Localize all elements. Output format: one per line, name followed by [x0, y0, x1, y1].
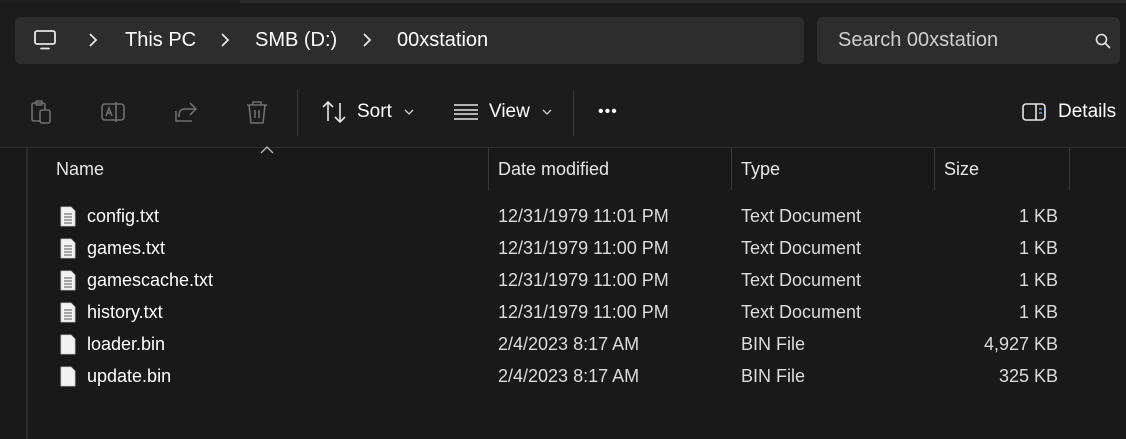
command-bar: Sort View ••• Details [0, 77, 1126, 148]
file-name: gamescache.txt [87, 270, 214, 290]
file-date: 2/4/2023 8:17 AM [498, 334, 640, 354]
view-button[interactable]: View [453, 77, 562, 147]
sort-button[interactable]: Sort [321, 77, 424, 147]
column-header-row: Name Date modified Type Size [0, 146, 1126, 190]
file-date: 2/4/2023 8:17 AM [498, 366, 640, 386]
file-row[interactable]: config.txt 12/31/1979 11:01 PM Text Docu… [0, 200, 1126, 232]
file-row[interactable]: games.txt 12/31/1979 11:00 PM Text Docum… [0, 232, 1126, 264]
file-type: Text Document [741, 270, 862, 290]
delete-icon[interactable] [244, 99, 270, 125]
file-list: Name Date modified Type Size config.txt … [0, 146, 1126, 439]
file-name: config.txt [87, 206, 160, 226]
text-file-icon [60, 238, 76, 259]
text-file-icon [60, 206, 76, 227]
file-size: 4,927 KB [983, 334, 1058, 354]
computer-icon[interactable] [34, 30, 56, 50]
column-header-type[interactable]: Type [741, 148, 780, 190]
sort-label: Sort [357, 101, 392, 122]
blank-file-icon [60, 334, 76, 355]
column-divider[interactable] [731, 148, 732, 190]
file-type: BIN File [741, 366, 806, 386]
paste-icon[interactable] [29, 99, 55, 125]
chevron-right-icon[interactable] [88, 32, 98, 48]
file-date: 12/31/1979 11:01 PM [498, 206, 669, 226]
search-placeholder: Search 00xstation [838, 29, 999, 51]
file-type: Text Document [741, 238, 862, 258]
chevron-right-icon[interactable] [220, 32, 230, 48]
file-size: 325 KB [998, 366, 1058, 386]
column-divider[interactable] [1069, 148, 1070, 190]
column-header-size[interactable]: Size [944, 148, 979, 190]
file-row[interactable]: history.txt 12/31/1979 11:00 PM Text Doc… [0, 296, 1126, 328]
text-file-icon [60, 270, 76, 291]
details-label: Details [1058, 101, 1117, 122]
blank-file-icon [60, 366, 76, 387]
chevron-down-icon [542, 109, 552, 115]
file-type: Text Document [741, 206, 862, 226]
file-name: history.txt [87, 302, 163, 322]
rename-icon[interactable] [100, 99, 126, 125]
file-type: Text Document [741, 302, 862, 322]
breadcrumb-current-folder[interactable]: 00xstation [397, 17, 488, 64]
view-label: View [489, 101, 530, 122]
toolbar-divider [297, 90, 298, 136]
share-icon[interactable] [172, 99, 198, 125]
file-size: 1 KB [1018, 302, 1058, 322]
file-size: 1 KB [1018, 270, 1058, 290]
breadcrumb-smb-drive[interactable]: SMB (D:) [255, 17, 337, 64]
address-row: This PC SMB (D:) 00xstation Search 00xst… [0, 3, 1126, 77]
details-pane-icon [1022, 103, 1046, 121]
file-row[interactable]: update.bin 2/4/2023 8:17 AM BIN File 325… [0, 360, 1126, 392]
chevron-right-icon[interactable] [362, 32, 372, 48]
file-name: games.txt [87, 238, 166, 258]
column-divider[interactable] [934, 148, 935, 190]
details-button[interactable]: Details [1022, 77, 1116, 147]
file-date: 12/31/1979 11:00 PM [498, 270, 669, 290]
toolbar-divider [573, 90, 574, 136]
search-icon[interactable] [1095, 33, 1111, 49]
file-date: 12/31/1979 11:00 PM [498, 238, 669, 258]
address-bar[interactable]: This PC SMB (D:) 00xstation [15, 17, 804, 64]
column-divider[interactable] [488, 148, 489, 190]
file-name: update.bin [87, 366, 172, 386]
sort-ascending-icon [260, 146, 274, 154]
file-row[interactable]: loader.bin 2/4/2023 8:17 AM BIN File 4,9… [0, 328, 1126, 360]
more-options-button[interactable]: ••• [598, 77, 618, 147]
more-options-icon: ••• [598, 103, 618, 120]
file-type: BIN File [741, 334, 806, 354]
text-file-icon [60, 302, 76, 323]
sort-icon [322, 100, 346, 124]
breadcrumb-this-pc[interactable]: This PC [125, 17, 196, 64]
chevron-down-icon [404, 109, 414, 115]
column-header-name[interactable]: Name [56, 148, 104, 190]
file-size: 1 KB [1018, 206, 1058, 226]
column-header-date[interactable]: Date modified [498, 148, 609, 190]
view-icon [454, 104, 478, 120]
file-name: loader.bin [87, 334, 166, 354]
file-size: 1 KB [1018, 238, 1058, 258]
file-date: 12/31/1979 11:00 PM [498, 302, 669, 322]
file-row[interactable]: gamescache.txt 12/31/1979 11:00 PM Text … [0, 264, 1126, 296]
search-input[interactable]: Search 00xstation [817, 17, 1120, 64]
